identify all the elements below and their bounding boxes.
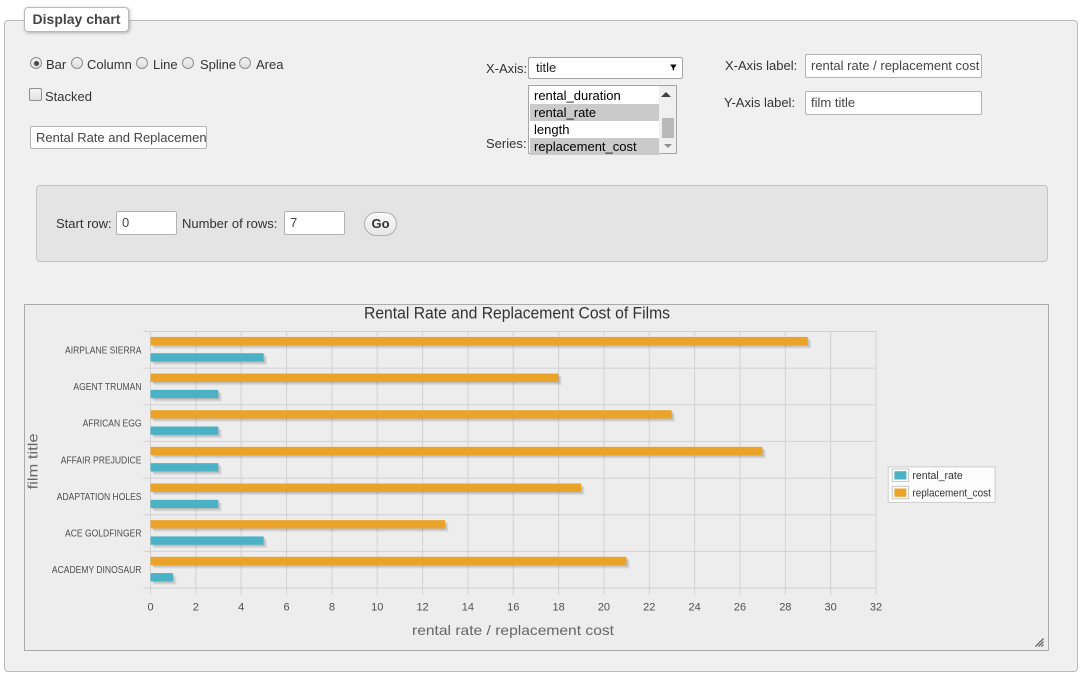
svg-text:AGENT TRUMAN: AGENT TRUMAN bbox=[73, 382, 141, 393]
svg-text:4: 4 bbox=[238, 602, 244, 614]
svg-text:ACE GOLDFINGER: ACE GOLDFINGER bbox=[65, 529, 142, 540]
svg-text:0: 0 bbox=[147, 602, 153, 614]
svg-text:14: 14 bbox=[462, 602, 474, 614]
svg-text:film title: film title bbox=[25, 433, 41, 489]
svg-text:ACADEMY DINOSAUR: ACADEMY DINOSAUR bbox=[52, 565, 142, 576]
svg-text:AFFAIR PREJUDICE: AFFAIR PREJUDICE bbox=[61, 455, 142, 466]
svg-text:10: 10 bbox=[371, 602, 383, 614]
svg-text:AIRPLANE SIERRA: AIRPLANE SIERRA bbox=[65, 345, 142, 356]
svg-text:replacement_cost: replacement_cost bbox=[912, 487, 991, 499]
svg-text:AFRICAN EGG: AFRICAN EGG bbox=[83, 419, 142, 430]
svg-text:12: 12 bbox=[416, 602, 428, 614]
svg-text:8: 8 bbox=[329, 602, 335, 614]
svg-text:28: 28 bbox=[779, 602, 791, 614]
svg-text:2: 2 bbox=[193, 602, 199, 614]
svg-text:26: 26 bbox=[734, 602, 746, 614]
svg-text:ADAPTATION HOLES: ADAPTATION HOLES bbox=[57, 492, 142, 503]
svg-text:18: 18 bbox=[552, 602, 564, 614]
svg-text:22: 22 bbox=[643, 602, 655, 614]
svg-text:20: 20 bbox=[598, 602, 610, 614]
svg-text:30: 30 bbox=[825, 602, 837, 614]
svg-text:rental_rate: rental_rate bbox=[912, 470, 962, 482]
svg-text:rental rate / replacement cost: rental rate / replacement cost bbox=[412, 622, 614, 638]
svg-text:Rental Rate and Replacement Co: Rental Rate and Replacement Cost of Film… bbox=[364, 305, 670, 323]
svg-text:16: 16 bbox=[507, 602, 519, 614]
svg-text:24: 24 bbox=[689, 602, 701, 614]
svg-text:6: 6 bbox=[283, 602, 289, 614]
svg-text:32: 32 bbox=[870, 602, 882, 614]
